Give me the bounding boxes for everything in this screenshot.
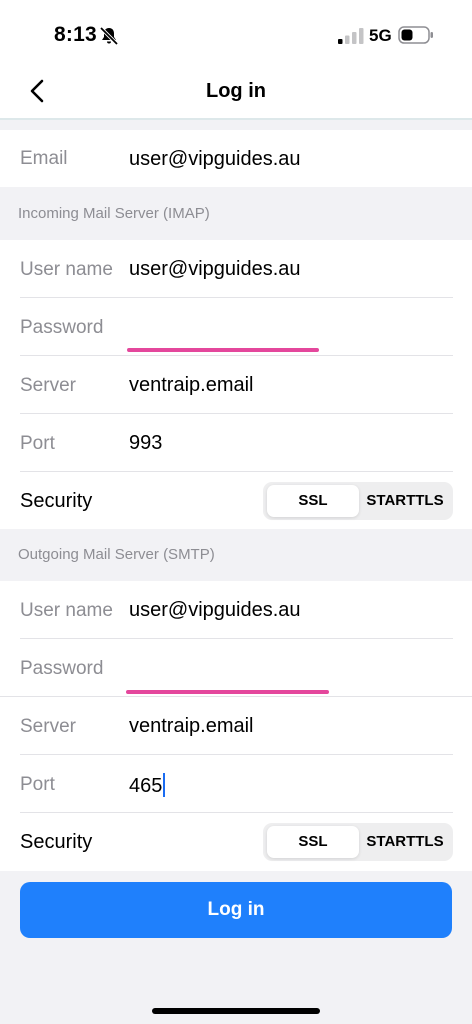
outgoing-port-field[interactable]: 465	[129, 773, 166, 798]
incoming-username-label: User name	[20, 259, 113, 280]
outgoing-ssl-option[interactable]: SSL	[267, 826, 359, 858]
login-button[interactable]: Log in	[20, 882, 452, 938]
email-row[interactable]: Email user@vipguides.au	[0, 130, 472, 188]
incoming-security-label: Security	[20, 490, 93, 512]
outgoing-security-selector[interactable]: SSL STARTTLS	[263, 823, 453, 861]
email-label: Email	[20, 148, 68, 169]
incoming-security-selector[interactable]: SSL STARTTLS	[263, 482, 453, 520]
home-indicator[interactable]	[152, 1008, 320, 1014]
incoming-port-label: Port	[20, 433, 55, 454]
outgoing-username-label: User name	[20, 600, 113, 621]
outgoing-server-field[interactable]: ventraip.email	[129, 715, 254, 738]
incoming-server-row[interactable]: Server ventraip.email	[0, 356, 472, 414]
outgoing-port-row[interactable]: Port 465	[0, 755, 472, 813]
outgoing-section-header: Outgoing Mail Server (SMTP)	[18, 546, 215, 563]
outgoing-server-group: User name user@vipguides.au Password Ser…	[0, 581, 472, 871]
bell-muted-icon	[99, 26, 119, 46]
incoming-server-field[interactable]: ventraip.email	[129, 374, 254, 397]
outgoing-port-label: Port	[20, 774, 55, 795]
outgoing-security-row: Security SSL STARTTLS	[0, 813, 472, 871]
incoming-username-row[interactable]: User name user@vipguides.au	[0, 240, 472, 298]
battery-icon	[398, 26, 433, 44]
incoming-starttls-option[interactable]: STARTTLS	[361, 485, 449, 517]
text-cursor	[163, 773, 166, 797]
outgoing-password-field[interactable]	[126, 690, 329, 694]
outgoing-starttls-option[interactable]: STARTTLS	[361, 826, 449, 858]
incoming-section-header: Incoming Mail Server (IMAP)	[18, 205, 210, 222]
incoming-security-row: Security SSL STARTTLS	[0, 472, 472, 530]
incoming-password-field[interactable]	[127, 348, 319, 352]
network-type: 5G	[369, 26, 392, 45]
email-field[interactable]: user@vipguides.au	[129, 148, 301, 171]
navigation-bar: Log in	[0, 72, 472, 118]
incoming-ssl-option[interactable]: SSL	[267, 485, 359, 517]
outgoing-server-label: Server	[20, 716, 76, 737]
outgoing-security-label: Security	[20, 831, 93, 853]
incoming-port-row[interactable]: Port 993	[0, 414, 472, 472]
incoming-username-field[interactable]: user@vipguides.au	[129, 258, 301, 281]
outgoing-port-value: 465	[129, 775, 163, 797]
status-time: 8:13	[54, 23, 97, 46]
signal-icon	[338, 28, 364, 44]
incoming-password-label: Password	[20, 317, 104, 338]
outgoing-username-row[interactable]: User name user@vipguides.au	[0, 581, 472, 639]
page-title: Log in	[206, 80, 266, 102]
incoming-server-label: Server	[20, 375, 76, 396]
outgoing-password-label: Password	[20, 658, 104, 679]
outgoing-username-field[interactable]: user@vipguides.au	[129, 599, 301, 622]
outgoing-server-row[interactable]: Server ventraip.email	[0, 697, 472, 755]
incoming-server-group: User name user@vipguides.au Password Ser…	[0, 240, 472, 529]
incoming-port-field[interactable]: 993	[129, 432, 162, 455]
status-bar: 8:13 5G	[0, 0, 472, 72]
email-group: Email user@vipguides.au	[0, 130, 472, 187]
nav-divider	[0, 118, 472, 120]
incoming-password-row[interactable]: Password	[0, 298, 472, 356]
outgoing-password-row[interactable]: Password	[0, 639, 472, 697]
